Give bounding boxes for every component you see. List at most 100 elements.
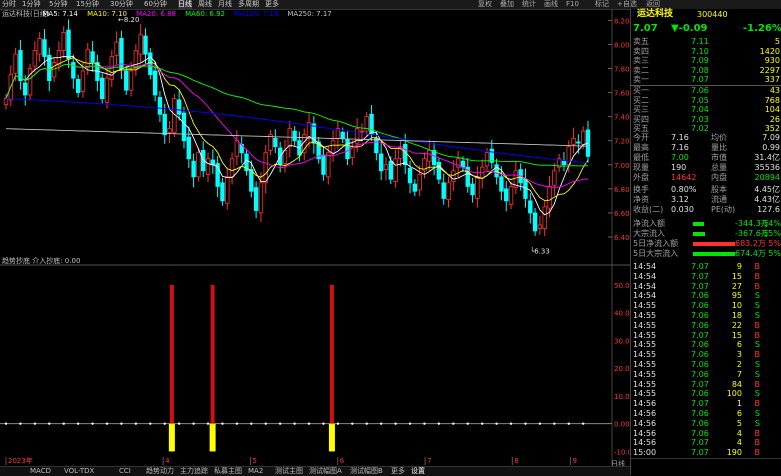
period-tab-10[interactable]: 更多 bbox=[265, 0, 279, 9]
tool-button-4[interactable]: F10 bbox=[566, 0, 579, 9]
tick-volume: 22 bbox=[731, 320, 742, 330]
tick-row: 15:00 7.07 190 B bbox=[631, 448, 781, 457]
tick-volume: 7 bbox=[736, 369, 742, 379]
ma250-line bbox=[5, 128, 589, 147]
bid-row-3[interactable]: 买四 7.03 26 bbox=[631, 115, 781, 124]
ask-label: 卖一 bbox=[633, 75, 649, 84]
tick-row: 14:56 7.07 4 B bbox=[631, 438, 781, 447]
tool-button-0[interactable]: 复权 bbox=[478, 0, 492, 9]
ask-price: 7.10 bbox=[691, 46, 709, 56]
candle-body bbox=[403, 143, 408, 166]
flow-row: 净流入额 -344.3万 -14% bbox=[631, 219, 781, 228]
tool-button-5[interactable]: 标记 bbox=[595, 0, 609, 9]
candle-body bbox=[374, 137, 379, 154]
candle-body bbox=[552, 170, 557, 186]
indicator-tick: 20.00 bbox=[614, 365, 630, 373]
candle-body bbox=[249, 169, 254, 192]
zero-dot bbox=[235, 422, 239, 425]
fin-value: 127.6 bbox=[757, 205, 780, 214]
candle-body bbox=[13, 53, 18, 74]
price-tick: 6.40 bbox=[614, 234, 630, 242]
ask-label: 卖二 bbox=[633, 65, 649, 75]
candle-body bbox=[571, 137, 576, 145]
flow-bar bbox=[693, 232, 705, 236]
candle-body bbox=[321, 154, 326, 175]
ask-row-1[interactable]: 卖四 7.10 1420 bbox=[631, 47, 781, 56]
ask-row-0[interactable]: 卖五 7.11 5 bbox=[631, 37, 781, 46]
period-tab-7[interactable]: 周线 bbox=[198, 0, 212, 9]
tick-time: 14:54 bbox=[633, 291, 657, 301]
tick-side: B bbox=[754, 448, 761, 458]
stat-label: 均价 bbox=[711, 133, 727, 142]
zero-dot bbox=[365, 422, 368, 425]
fin-label: 收益(二) bbox=[633, 205, 664, 214]
period-tab-5[interactable]: 60分钟 bbox=[144, 0, 167, 9]
date-label: 4 bbox=[165, 457, 170, 465]
panel-bottom: 日线 bbox=[611, 458, 781, 473]
tick-price: 7.06 bbox=[691, 350, 709, 360]
indicator-panel: 趋势抄底 介入抄底: 0.0050.0040.0030.0020.0010.00… bbox=[0, 256, 630, 465]
kline-chart[interactable]: 运达科技(日线)MA5: 7.14 MA10: 7.10 MA20: 6.88 MA6… bbox=[0, 9, 630, 466]
candle-body bbox=[460, 160, 466, 168]
tick-price: 7.06 bbox=[691, 369, 709, 379]
tick-price: 7.06 bbox=[691, 389, 709, 399]
flow-row: 5日净流入额 683.2万 5% bbox=[631, 239, 781, 248]
tool-button-1[interactable]: 叠加 bbox=[500, 0, 514, 9]
flow-row: 5日大宗流入 674.4万 5% bbox=[631, 249, 781, 258]
zero-dot bbox=[33, 422, 37, 425]
candle-body bbox=[412, 183, 418, 192]
period-tab-8[interactable]: 月线 bbox=[218, 0, 232, 9]
tool-button-2[interactable]: 统计 bbox=[522, 0, 536, 9]
bid-row-0[interactable]: 买一 7.06 43 bbox=[631, 86, 781, 95]
ask-row-3[interactable]: 卖二 7.08 2297 bbox=[631, 66, 781, 75]
date-label: 8 bbox=[514, 457, 518, 465]
tool-button-3[interactable]: 画线 bbox=[544, 0, 558, 9]
zero-dot bbox=[553, 422, 556, 425]
zero-dot bbox=[120, 422, 123, 425]
period-tab-2[interactable]: 5分钟 bbox=[49, 0, 67, 9]
tick-volume: 100 bbox=[726, 389, 742, 399]
fin-label: 流通 bbox=[711, 195, 727, 204]
candle-body bbox=[51, 62, 57, 78]
tick-row: 14:56 7.07 1 B bbox=[631, 399, 781, 408]
bid-row-2[interactable]: 买三 7.04 104 bbox=[631, 105, 781, 114]
zero-dot bbox=[408, 422, 412, 425]
candle-body bbox=[229, 158, 235, 178]
ask-row-2[interactable]: 卖三 7.09 930 bbox=[631, 56, 781, 65]
bid-label: 买五 bbox=[633, 124, 649, 133]
candle-body bbox=[104, 77, 110, 103]
tick-side: B bbox=[754, 379, 761, 389]
period-tab-9[interactable]: 多周期 bbox=[238, 0, 259, 9]
price-tick: 8.00 bbox=[614, 41, 630, 49]
tick-volume: 190 bbox=[726, 448, 742, 458]
zero-dot bbox=[538, 422, 542, 425]
tool-button-7[interactable]: 返回 bbox=[646, 0, 660, 9]
candles: ←8.20 └6.33 bbox=[3, 16, 591, 255]
flow-pct: 5% bbox=[768, 239, 781, 248]
candle-body bbox=[90, 51, 95, 63]
tick-time: 14:56 bbox=[633, 399, 657, 409]
ask-row-4[interactable]: 卖一 7.07 337 bbox=[631, 75, 781, 84]
tick-row: 14:54 7.06 95 S bbox=[631, 291, 781, 300]
fin-label: PE(动) bbox=[711, 205, 736, 214]
period-tab-4[interactable]: 30分钟 bbox=[110, 0, 133, 9]
stat-value: 20894 bbox=[754, 173, 780, 182]
bid-row-4[interactable]: 买五 7.02 352 bbox=[631, 124, 781, 133]
price-tick: 6.80 bbox=[614, 186, 630, 194]
period-tab-3[interactable]: 15分钟 bbox=[76, 0, 99, 9]
tick-time: 14:55 bbox=[633, 379, 657, 389]
tick-volume: 18 bbox=[731, 311, 742, 320]
tool-button-6[interactable]: +自选 bbox=[617, 0, 637, 9]
tick-row: 14:55 7.06 3 B bbox=[631, 350, 781, 359]
candle-body bbox=[191, 160, 196, 178]
tick-row: 14:56 7.06 4 B bbox=[631, 429, 781, 438]
bid-row-1[interactable]: 买二 7.05 768 bbox=[631, 96, 781, 105]
date-label: 9 bbox=[573, 457, 577, 465]
tick-price: 7.07 bbox=[691, 330, 709, 340]
tick-volume: 3 bbox=[736, 350, 742, 360]
period-tab-6[interactable]: 日线 bbox=[178, 0, 192, 9]
period-tab-1[interactable]: 1分钟 bbox=[22, 0, 40, 9]
signal-bar bbox=[210, 284, 215, 424]
candle-body bbox=[475, 176, 480, 199]
period-tab-0[interactable]: 分时 bbox=[2, 0, 16, 9]
